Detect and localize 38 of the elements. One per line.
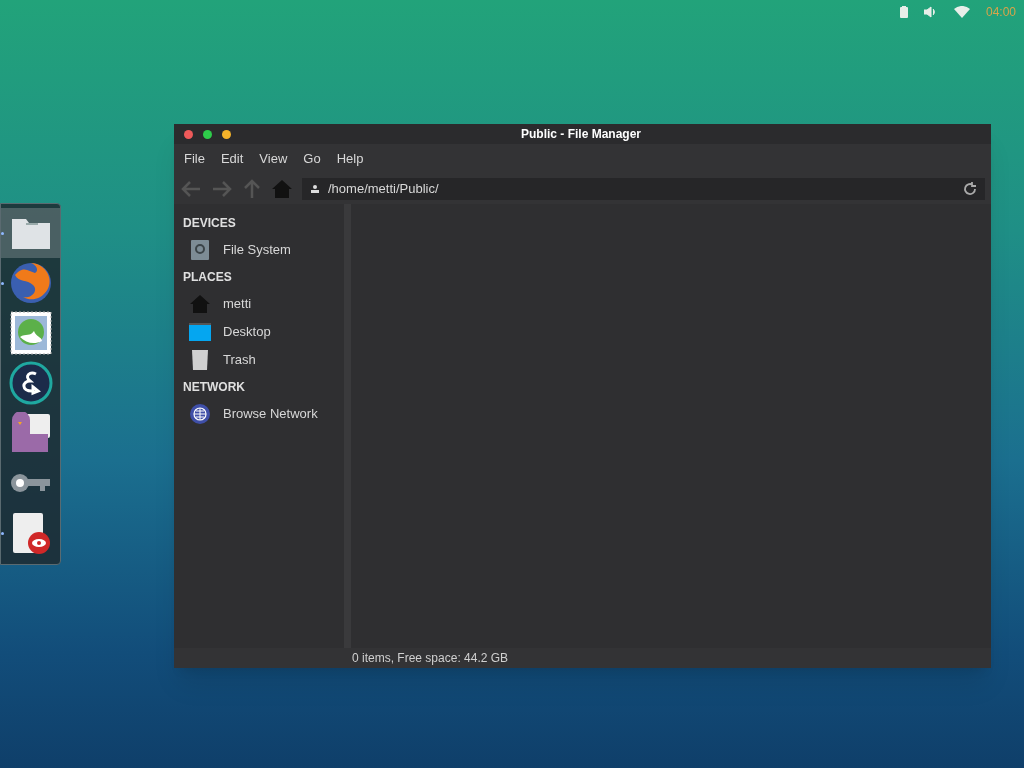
- menu-item[interactable]: Help: [330, 149, 370, 169]
- stamp-bird-icon: [9, 311, 52, 355]
- script-letter-icon: [8, 361, 53, 405]
- running-indicator: [1, 282, 4, 285]
- sidebar-item[interactable]: File System: [213, 240, 291, 260]
- home-icon: [190, 295, 210, 313]
- globe-icon: [189, 403, 211, 425]
- menu-item[interactable]: Edit: [214, 149, 250, 169]
- section-heading: PLACES: [183, 269, 233, 286]
- close-button[interactable]: [184, 129, 193, 139]
- battery-icon[interactable]: [899, 6, 908, 18]
- globe-fox-icon: [8, 261, 53, 305]
- wifi-icon[interactable]: [953, 6, 970, 18]
- section-heading: DEVICES: [183, 215, 237, 232]
- sidebar-item[interactable]: Browse Network: [213, 404, 318, 424]
- menu-item[interactable]: File: [178, 149, 211, 169]
- status-text: 0 items, Free space: 44.2 GB: [352, 650, 509, 666]
- sidebar-item[interactable]: Desktop: [213, 322, 271, 342]
- document-eye-icon: [10, 511, 51, 555]
- sidebar-item[interactable]: Trash: [213, 350, 256, 370]
- key-icon: [9, 472, 52, 494]
- volume-icon[interactable]: [923, 6, 938, 18]
- drive-icon: [191, 240, 209, 260]
- trash-icon: [191, 350, 209, 370]
- menu-item[interactable]: Go: [297, 149, 327, 169]
- window-title: Public - File Manager: [521, 126, 641, 142]
- running-indicator: [1, 232, 4, 235]
- reload-icon[interactable]: [963, 182, 977, 196]
- maximize-button[interactable]: [203, 129, 212, 139]
- path-field[interactable]: /home/metti/Public/: [302, 178, 985, 200]
- section-heading: NETWORK: [183, 379, 246, 396]
- running-indicator: [1, 532, 4, 535]
- desktop-folder-icon: [189, 323, 211, 341]
- sidebar-item[interactable]: metti: [213, 294, 252, 314]
- user-icon: [310, 184, 320, 194]
- bird-chat-icon: [9, 412, 52, 454]
- menu-item[interactable]: View: [253, 149, 294, 169]
- minimize-button[interactable]: [222, 129, 231, 139]
